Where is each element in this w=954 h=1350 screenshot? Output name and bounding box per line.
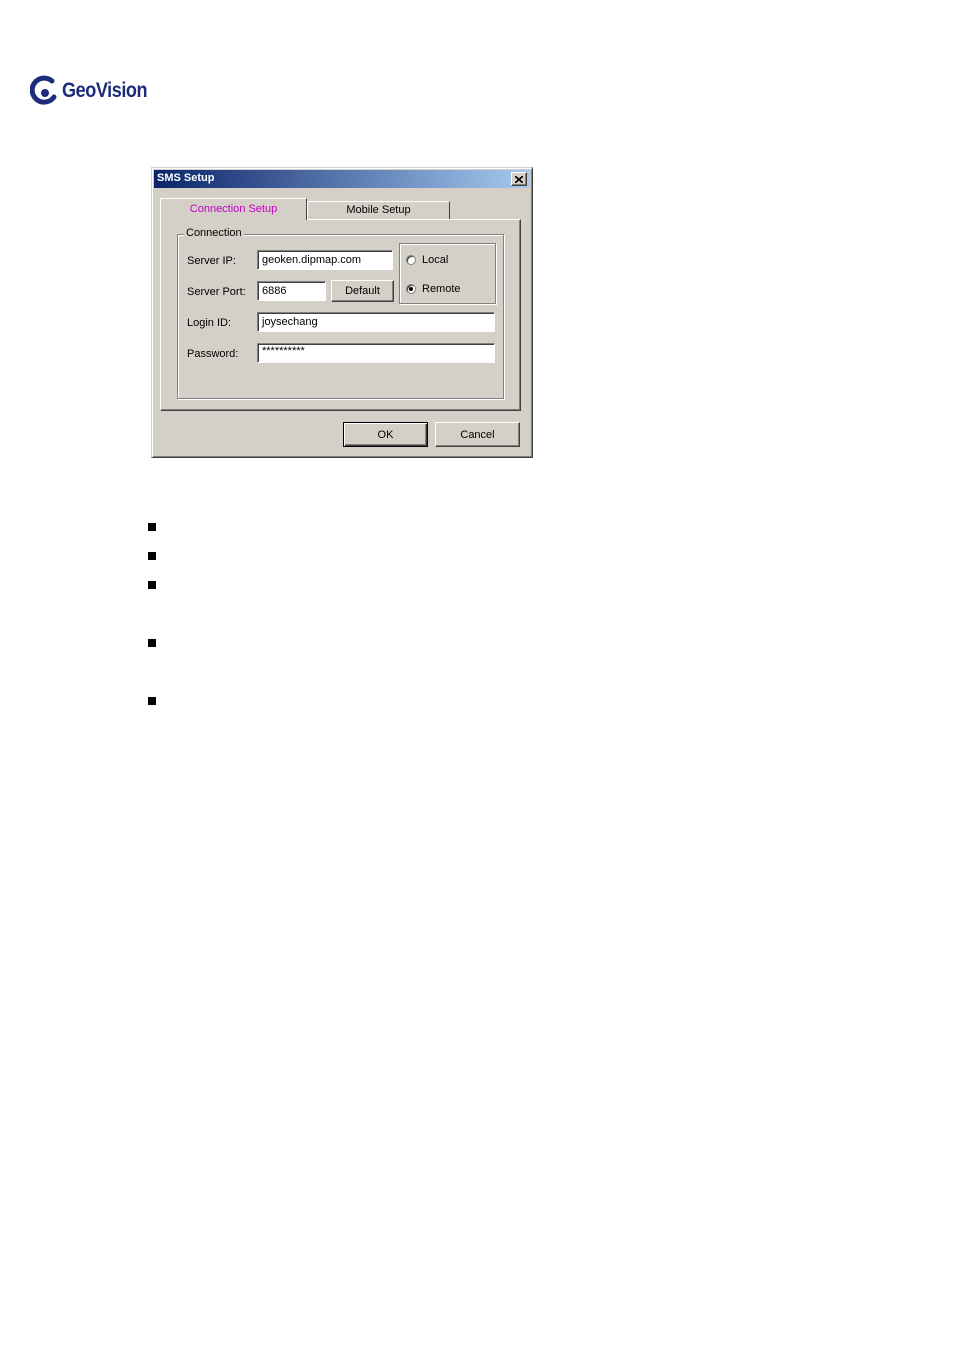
cancel-button[interactable]: Cancel [435,422,520,447]
remote-radio-label: Remote [422,283,461,295]
bullet-icon [148,552,156,560]
connection-setup-panel: Connection Server IP: geoken.dipmap.com … [160,219,521,411]
logo-text: GeoVision [62,79,148,102]
local-radio[interactable] [406,255,416,265]
tab-mobile-setup[interactable]: Mobile Setup [307,201,450,220]
server-port-label: Server Port: [187,286,246,298]
bullet-icon [148,697,156,705]
server-ip-label: Server IP: [187,255,236,267]
connection-legend: Connection [184,227,244,239]
geovision-logo-icon [30,75,57,105]
remote-radio-option[interactable]: Remote [406,283,461,295]
local-radio-label: Local [422,254,449,266]
login-id-input[interactable]: joysechang [257,312,495,332]
local-radio-option[interactable]: Local [406,254,448,266]
bullet-icon [148,581,156,589]
close-icon [515,175,523,183]
dialog-title: SMS Setup [157,172,215,184]
bullet-icon [148,639,156,647]
password-input[interactable]: ********** [257,343,495,363]
bullet-icon [148,523,156,531]
login-id-label: Login ID: [187,317,232,329]
close-button[interactable] [511,172,527,186]
tab-connection-setup[interactable]: Connection Setup [160,198,307,220]
ok-button[interactable]: OK [343,422,428,447]
default-button[interactable]: Default [331,280,394,302]
sms-setup-dialog: SMS Setup Connection Setup Mobile Setup … [151,167,533,458]
password-label: Password: [187,348,239,360]
server-port-input[interactable]: 6886 [257,281,326,301]
connection-groupbox: Connection Server IP: geoken.dipmap.com … [177,227,504,399]
dialog-titlebar[interactable]: SMS Setup [154,170,530,188]
geovision-logo: GeoVision [30,74,161,108]
mode-radio-group: Local Remote [399,243,496,304]
server-ip-input[interactable]: geoken.dipmap.com [257,250,393,270]
remote-radio[interactable] [406,284,416,294]
